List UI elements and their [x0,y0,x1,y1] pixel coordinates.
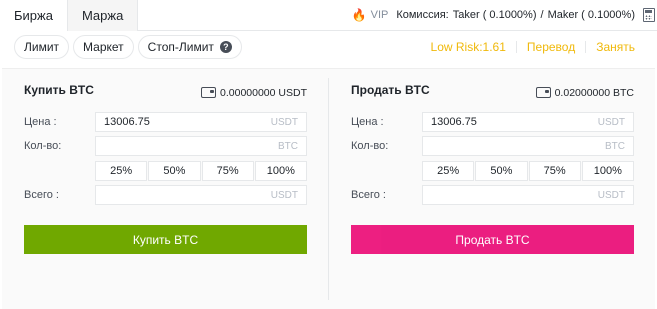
tab-spot[interactable]: Биржа [0,0,68,31]
commission-label: Комиссия: [396,9,449,21]
order-type-stop-limit[interactable]: Стоп-Лимит? [137,35,242,59]
sell-price-input[interactable]: 13006.75 USDT [422,112,634,132]
borrow-link[interactable]: Занять [596,40,635,54]
buy-balance: 0.00000000 USDT [201,87,307,99]
sell-price-value: 13006.75 [431,116,477,128]
taker-fee: Taker ( 0.1000%) [452,9,537,21]
total-label: Всего : [24,189,59,201]
order-type-label: Маркет [83,40,124,54]
sell-balance-value: 0.02000000 BTC [554,86,634,99]
order-type-selector: Лимит Маркет Стоп-Лимит? [14,35,242,59]
calculator-icon[interactable] [643,8,655,22]
buy-button[interactable]: Купить BTC [24,225,307,254]
margin-links: Low Risk:1.61 Перевод Занять [431,40,635,54]
sell-qty-row: Кол-во: BTC [351,136,634,156]
buy-percent-25[interactable]: 25% [95,161,148,181]
order-type-limit[interactable]: Лимит [14,35,70,59]
price-unit: USDT [597,116,625,128]
wallet-icon[interactable] [201,87,217,98]
qty-label: Кол-во: [351,140,389,152]
buy-percent-75[interactable]: 75% [201,161,254,181]
divider [585,41,587,53]
order-type-market[interactable]: Маркет [73,35,134,59]
sell-total-input[interactable]: USDT [422,185,634,205]
buy-form: Купить BTC 0.00000000 USDT Цена : 13006.… [24,80,307,254]
sell-percent-75[interactable]: 75% [528,161,581,181]
buy-price-value: 13006.75 [104,116,150,128]
vip-label: VIP [370,9,389,21]
buy-percent-100[interactable]: 100% [254,161,307,181]
sell-total-row: Всего : USDT [351,185,634,205]
qty-label: Кол-во: [24,140,62,152]
buy-price-input[interactable]: 13006.75 USDT [95,112,307,132]
total-unit: USDT [597,189,625,201]
maker-fee: Maker ( 0.1000%) [547,9,635,21]
qty-unit: BTC [605,140,625,152]
sell-button[interactable]: Продать BTC [351,225,634,254]
sell-title: Продать BTC [351,83,430,97]
fee-info: 🔥 VIP Комиссия: Taker ( 0.1000%) / Maker… [352,0,657,30]
sell-qty-input[interactable]: BTC [422,136,634,156]
sell-form: Продать BTC 0.02000000 BTC Цена : 13006.… [351,80,634,254]
total-label: Всего : [351,189,386,201]
fee-divider: / [540,9,544,21]
wallet-icon[interactable] [535,87,551,98]
divider [515,41,517,53]
sell-percent-100[interactable]: 100% [581,161,634,181]
price-label: Цена : [351,116,384,128]
trade-tabs: Биржа Маржа 🔥 VIP Комиссия: Taker ( 0.10… [0,0,657,31]
total-unit: USDT [270,189,298,201]
buy-total-input[interactable]: USDT [95,185,307,205]
sell-percent-25[interactable]: 25% [422,161,475,181]
sell-balance: 0.02000000 BTC [535,86,634,99]
price-label: Цена : [24,116,57,128]
tab-margin[interactable]: Маржа [67,0,139,31]
buy-price-row: Цена : 13006.75 USDT [24,112,307,132]
sell-percent-50[interactable]: 50% [475,161,528,181]
panel-divider [328,78,329,300]
price-unit: USDT [270,116,298,128]
sell-price-row: Цена : 13006.75 USDT [351,112,634,132]
order-type-label: Стоп-Лимит [147,40,214,54]
info-icon[interactable]: ? [219,41,232,53]
buy-qty-input[interactable]: BTC [95,136,307,156]
transfer-link[interactable]: Перевод [527,40,575,54]
fire-icon: 🔥 [351,8,367,22]
buy-percent-selector: 25% 50% 75% 100% [95,161,307,181]
order-type-label: Лимит [24,40,60,54]
buy-title: Купить BTC [24,83,94,97]
buy-qty-row: Кол-во: BTC [24,136,307,156]
sell-percent-selector: 25% 50% 75% 100% [422,161,634,181]
risk-level: Low Risk:1.61 [430,40,506,54]
qty-unit: BTC [278,140,298,152]
buy-total-row: Всего : USDT [24,185,307,205]
buy-balance-value: 0.00000000 USDT [220,86,307,99]
buy-percent-50[interactable]: 50% [148,161,201,181]
